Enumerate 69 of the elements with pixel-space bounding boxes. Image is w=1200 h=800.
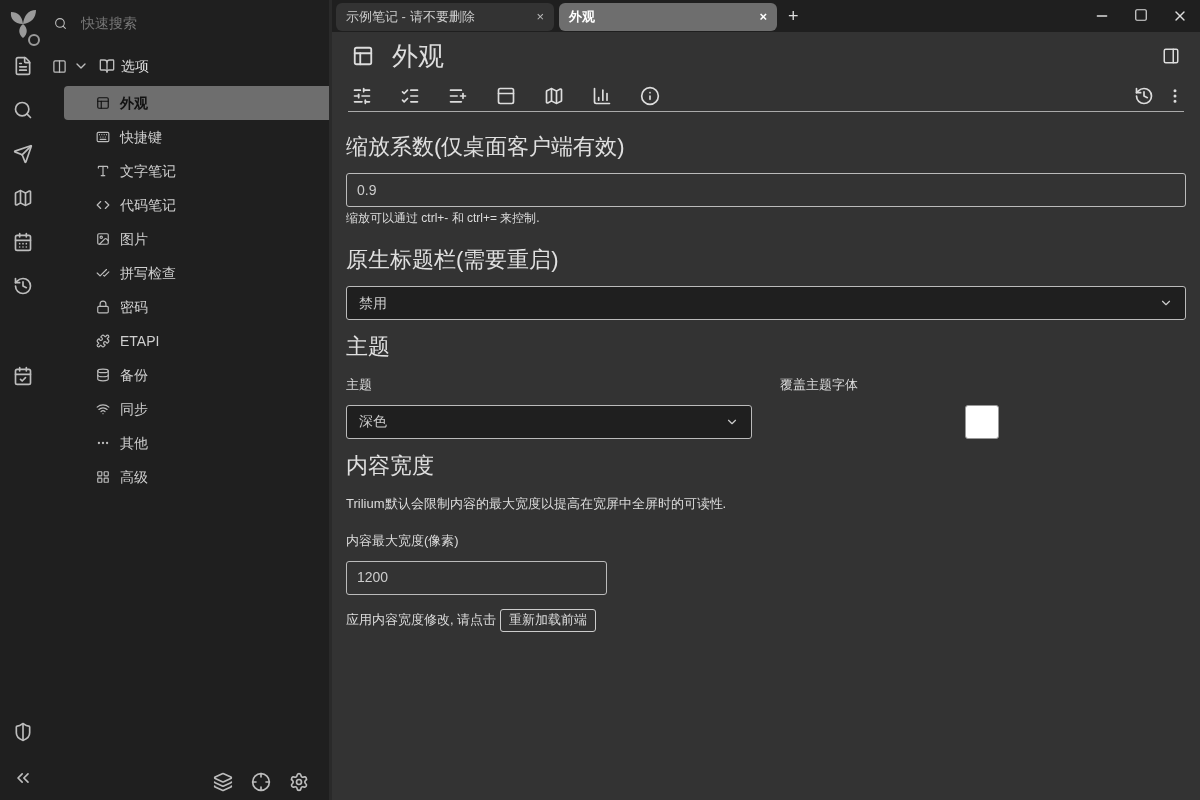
note-title: 外观 bbox=[392, 39, 444, 73]
tree-item[interactable]: 同步 bbox=[64, 392, 329, 426]
select-field[interactable]: 深色 bbox=[346, 404, 752, 439]
sidebar-toggle-icon[interactable] bbox=[1162, 47, 1180, 65]
section-heading: 内容宽度 bbox=[346, 451, 435, 480]
layout-icon bbox=[352, 45, 374, 67]
select-field[interactable]: 禁用 bbox=[346, 286, 1186, 320]
calendar-icon[interactable] bbox=[13, 232, 33, 252]
settings-icon[interactable] bbox=[289, 772, 309, 792]
send-icon[interactable] bbox=[13, 144, 33, 164]
field-label: 内容最大宽度(像素) bbox=[346, 532, 460, 550]
new-tab-button[interactable]: + bbox=[788, 2, 799, 30]
history-icon[interactable] bbox=[13, 276, 33, 296]
tree-item[interactable]: 密码 bbox=[64, 290, 329, 324]
section-heading: 原生标题栏(需要重启) bbox=[346, 246, 560, 274]
database-icon bbox=[96, 368, 110, 382]
shield-icon[interactable] bbox=[13, 722, 33, 742]
maximize-icon[interactable] bbox=[1134, 8, 1148, 22]
tree-item[interactable]: 高级 bbox=[64, 460, 329, 494]
lock-icon bbox=[96, 300, 110, 314]
panel-icon[interactable] bbox=[496, 85, 516, 106]
sliders-icon[interactable] bbox=[352, 85, 372, 106]
tab[interactable]: 外观 × bbox=[559, 3, 777, 31]
text-field[interactable]: 0.9 bbox=[346, 173, 1186, 207]
tree-item[interactable]: 代码笔记 bbox=[64, 188, 329, 222]
wifi-icon bbox=[96, 402, 110, 416]
grid-icon bbox=[96, 470, 110, 484]
crosshair-icon[interactable] bbox=[251, 772, 271, 792]
layout-icon bbox=[96, 96, 110, 110]
map-icon[interactable] bbox=[544, 85, 564, 106]
panel-icon[interactable] bbox=[52, 58, 67, 74]
tree-item[interactable]: 文字笔记 bbox=[64, 154, 329, 188]
checkbox[interactable] bbox=[965, 404, 999, 439]
tree-item[interactable]: 其他 bbox=[64, 426, 329, 460]
section-heading: 缩放系数(仅桌面客户端有效) bbox=[346, 133, 626, 161]
hint-text: 缩放可以通过 ctrl+- 和 ctrl+= 来控制. bbox=[346, 210, 541, 227]
tree-item[interactable]: ETAPI bbox=[64, 324, 329, 358]
tree-item[interactable]: 拼写检查 bbox=[64, 256, 329, 290]
field-label: 主题 bbox=[346, 376, 373, 394]
description-text: Trilium默认会限制内容的最大宽度以提高在宽屏中全屏时的可读性. bbox=[346, 494, 728, 513]
tab-close-button[interactable]: × bbox=[759, 7, 767, 27]
info-icon[interactable] bbox=[640, 85, 660, 106]
text-icon bbox=[96, 164, 110, 178]
tree-item[interactable]: 快捷键 bbox=[64, 120, 329, 154]
tree-item[interactable]: 图片 bbox=[64, 222, 329, 256]
search-icon bbox=[54, 16, 67, 30]
reload-button[interactable]: 重新加载前端 bbox=[500, 608, 597, 632]
text-field[interactable]: 1200 bbox=[346, 560, 607, 595]
book-icon bbox=[99, 58, 115, 74]
search-icon[interactable] bbox=[13, 100, 33, 120]
tree-item[interactable]: 选项 bbox=[121, 55, 149, 77]
tree-item[interactable]: 备份 bbox=[64, 358, 329, 392]
keyboard-icon bbox=[96, 130, 110, 144]
apply-text: 应用内容宽度修改, 请点击 bbox=[346, 611, 497, 630]
code-icon bbox=[96, 198, 110, 212]
checkbox-label: 覆盖主题字体 bbox=[780, 376, 859, 394]
tab-close-button[interactable]: × bbox=[536, 7, 544, 27]
history-icon[interactable] bbox=[1134, 85, 1154, 106]
map-icon[interactable] bbox=[13, 188, 33, 208]
file-icon[interactable] bbox=[13, 56, 33, 76]
double-check-icon bbox=[96, 266, 110, 280]
bar-chart-icon[interactable] bbox=[592, 85, 612, 106]
puzzle-icon bbox=[96, 334, 110, 348]
tab[interactable]: 示例笔记 - 请不要删除 × bbox=[336, 3, 554, 31]
search-field[interactable]: 快速搜索 bbox=[81, 12, 301, 34]
image-icon bbox=[96, 232, 110, 246]
section-heading: 主题 bbox=[346, 333, 391, 361]
tree-item[interactable]: 外观 bbox=[64, 86, 329, 120]
layers-icon[interactable] bbox=[213, 772, 233, 792]
